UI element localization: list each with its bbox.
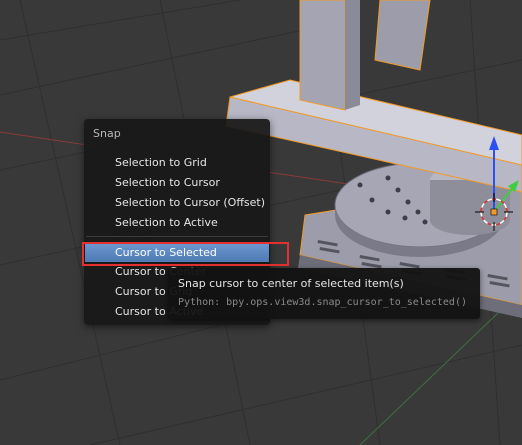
menu-item-selection-to-grid[interactable]: Selection to Grid — [85, 153, 269, 172]
menu-item-selection-to-cursor-offset[interactable]: Selection to Cursor (Offset) — [85, 193, 269, 212]
highlight-box — [82, 242, 289, 266]
menu-item-selection-to-cursor[interactable]: Selection to Cursor — [85, 173, 269, 192]
menu-separator — [86, 236, 268, 237]
snap-menu-title: Snap — [93, 127, 121, 140]
tooltip: Snap cursor to center of selected item(s… — [168, 268, 480, 319]
tooltip-description: Snap cursor to center of selected item(s… — [178, 277, 404, 290]
tooltip-python-command: Python: bpy.ops.view3d.snap_cursor_to_se… — [178, 297, 467, 308]
menu-item-selection-to-active[interactable]: Selection to Active — [85, 213, 269, 232]
